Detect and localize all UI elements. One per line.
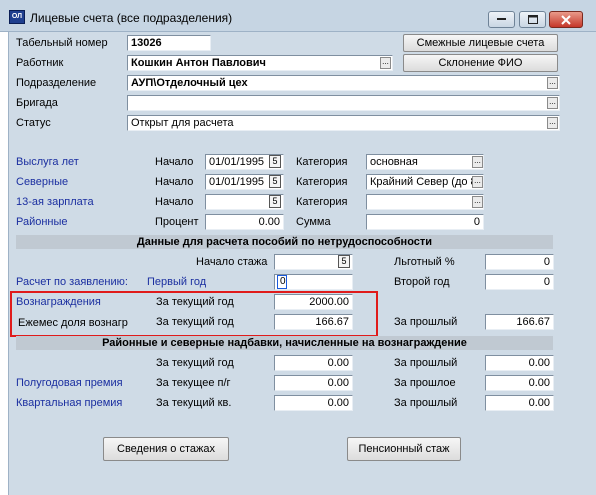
half-year-current-field[interactable]: 0.00 xyxy=(274,375,353,391)
dept-label: Подразделение xyxy=(16,77,97,89)
status-ellipsis-button[interactable]: ... xyxy=(547,117,558,129)
by-application-label: Расчет по заявлению: xyxy=(16,276,128,288)
maximize-icon xyxy=(527,15,538,24)
title-bar: ОЛ Лицевые счета (все подразделения) xyxy=(0,0,596,32)
seniority-label: Выслуга лет xyxy=(16,156,79,168)
brigade-ellipsis-button[interactable]: ... xyxy=(547,97,558,109)
status-field[interactable]: Открыт для расчета xyxy=(127,115,560,131)
second-year-field[interactable]: 0 xyxy=(485,274,554,290)
allowance-current-field[interactable]: 0.00 xyxy=(274,355,353,371)
minimize-button[interactable] xyxy=(488,11,515,28)
quarterly-current-field[interactable]: 0.00 xyxy=(274,395,353,411)
allowance-current-label: За текущий год xyxy=(156,357,234,369)
second-year-label: Второй год xyxy=(394,276,450,288)
experience-info-button[interactable]: Сведения о стажах xyxy=(103,437,229,461)
experience-start-label: Начало стажа xyxy=(196,256,268,268)
allowances-section-header: Районные и северные надбавки, начисленны… xyxy=(16,336,553,350)
seniority-category-label: Категория xyxy=(296,156,348,168)
northern-category-field[interactable]: Крайний Север (до 8 xyxy=(366,174,484,190)
first-year-spinner[interactable]: 0 xyxy=(277,275,287,289)
experience-calendar-icon[interactable]: 5 xyxy=(338,255,350,268)
thirteenth-category-ellipsis-button[interactable]: ... xyxy=(472,196,483,208)
seniority-category-ellipsis-button[interactable]: ... xyxy=(472,156,483,168)
thirteenth-start-label: Начало xyxy=(155,196,194,208)
northern-category-ellipsis-button[interactable]: ... xyxy=(472,176,483,188)
related-accounts-button[interactable]: Смежные лицевые счета xyxy=(403,34,558,52)
minimize-icon xyxy=(497,18,506,20)
close-icon xyxy=(561,14,571,25)
worker-ellipsis-button[interactable]: ... xyxy=(380,57,391,69)
half-year-prev-label: За прошлое xyxy=(394,377,456,389)
quarterly-prev-label: За прошлый xyxy=(394,397,458,409)
regional-percent-label: Процент xyxy=(155,216,199,228)
thirteenth-category-field[interactable] xyxy=(366,194,484,210)
pension-experience-button[interactable]: Пенсионный стаж xyxy=(347,437,461,461)
brigade-field[interactable] xyxy=(127,95,560,111)
allowance-prev-label: За прошлый xyxy=(394,357,458,369)
declension-button[interactable]: Склонение ФИО xyxy=(403,54,558,72)
half-year-current-label: За текущее п/г xyxy=(156,377,231,389)
benefits-section-header: Данные для расчета пособий по нетрудоспо… xyxy=(16,235,553,249)
regional-label: Районные xyxy=(16,216,68,228)
seniority-start-label: Начало xyxy=(155,156,194,168)
monthly-prev-field[interactable]: 166.67 xyxy=(485,314,554,330)
seniority-calendar-icon[interactable]: 5 xyxy=(269,155,281,168)
half-year-prev-field[interactable]: 0.00 xyxy=(485,375,554,391)
northern-calendar-icon[interactable]: 5 xyxy=(269,175,281,188)
preferential-percent-label: Льготный % xyxy=(394,256,455,268)
northern-label: Северные xyxy=(16,176,69,188)
highlight-box xyxy=(10,291,378,337)
half-year-bonus-label: Полугодовая премия xyxy=(16,377,123,389)
quarterly-current-label: За текущий кв. xyxy=(156,397,232,409)
app-icon: ОЛ xyxy=(9,10,25,24)
thirteenth-salary-label: 13-ая зарплата xyxy=(16,196,94,208)
worker-field[interactable]: Кошкин Антон Павлович xyxy=(127,55,393,71)
thirteenth-category-label: Категория xyxy=(296,196,348,208)
brigade-label: Бригада xyxy=(16,97,58,109)
close-button[interactable] xyxy=(549,11,583,28)
dept-ellipsis-button[interactable]: ... xyxy=(547,77,558,89)
quarterly-prev-field[interactable]: 0.00 xyxy=(485,395,554,411)
maximize-button[interactable] xyxy=(519,11,546,28)
status-label: Статус xyxy=(16,117,51,129)
seniority-category-field[interactable]: основная xyxy=(366,154,484,170)
northern-category-label: Категория xyxy=(296,176,348,188)
worker-label: Работник xyxy=(16,57,64,69)
allowance-prev-field[interactable]: 0.00 xyxy=(485,355,554,371)
preferential-percent-field[interactable]: 0 xyxy=(485,254,554,270)
first-year-label: Первый год xyxy=(147,276,207,288)
thirteenth-calendar-icon[interactable]: 5 xyxy=(269,195,281,208)
tab-number-label: Табельный номер xyxy=(16,37,108,49)
regional-sum-label: Сумма xyxy=(296,216,331,228)
quarterly-bonus-label: Квартальная премия xyxy=(16,397,123,409)
regional-sum-field[interactable]: 0 xyxy=(366,214,484,230)
window-title: Лицевые счета (все подразделения) xyxy=(30,11,233,25)
monthly-prev-label: За прошлый xyxy=(394,316,458,328)
dept-field[interactable]: АУП\Отделочный цех xyxy=(127,75,560,91)
regional-percent-field[interactable]: 0.00 xyxy=(205,214,284,230)
tab-number-field[interactable]: 13026 xyxy=(127,35,211,51)
northern-start-label: Начало xyxy=(155,176,194,188)
